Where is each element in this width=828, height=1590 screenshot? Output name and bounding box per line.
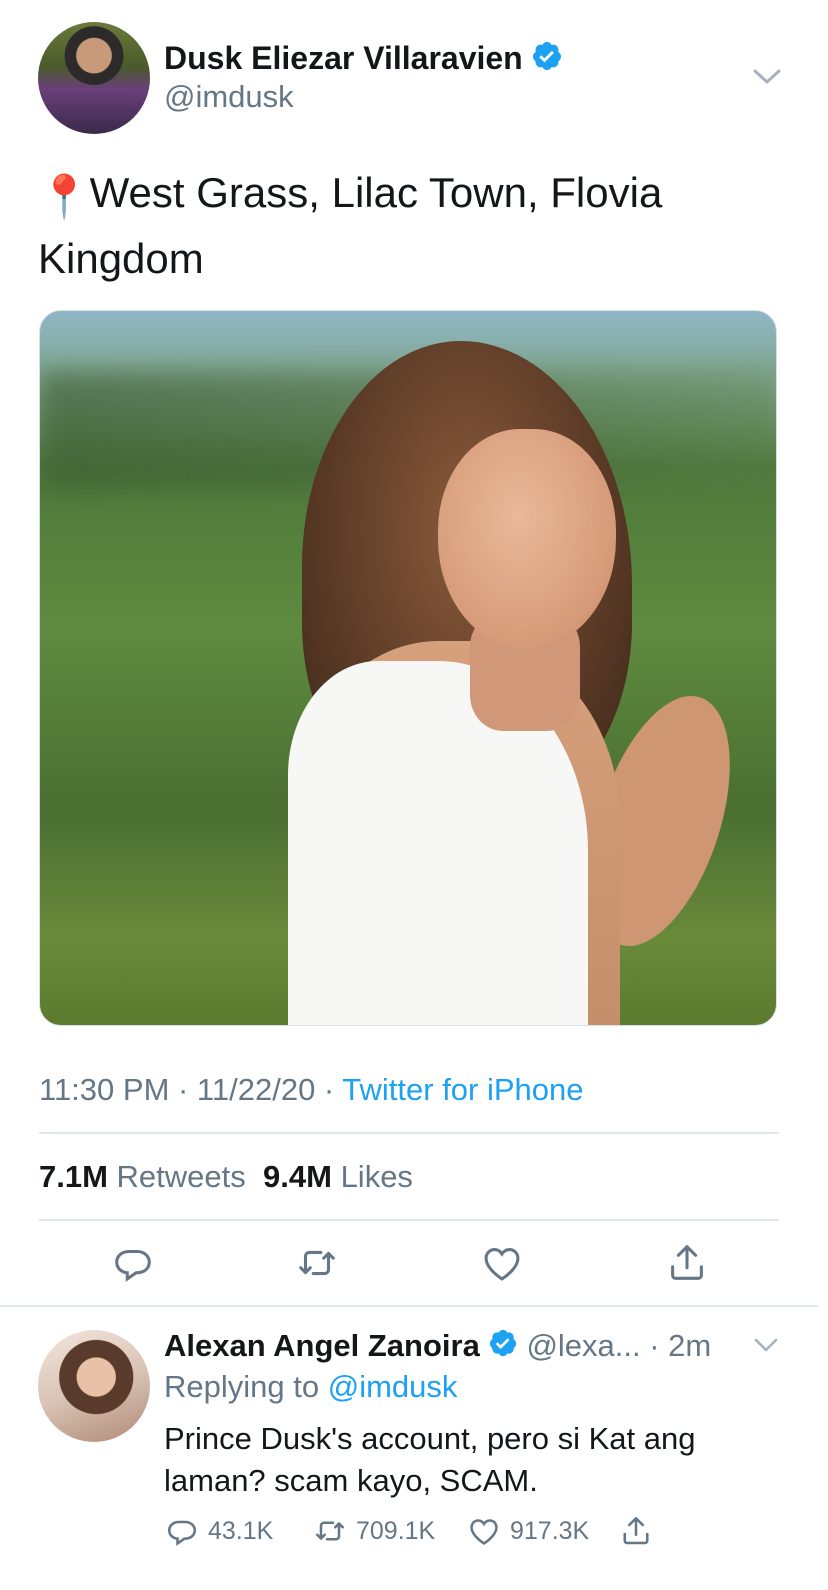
retweets-count[interactable]: 7.1M [39,1159,108,1194]
heart-icon[interactable] [479,1240,525,1286]
tweet-stats[interactable]: 7.1M Retweets 9.4M Likes [39,1157,413,1197]
chevron-down-icon[interactable] [752,1334,780,1356]
reply-share-button[interactable] [618,1512,654,1550]
reply-timestamp: · 2m [640,1328,712,1363]
replying-to-mention[interactable]: @imdusk [328,1369,458,1404]
reply-reply-button[interactable]: 43.1K [164,1512,273,1550]
reply-retweets-count: 709.1K [356,1516,436,1545]
reply-likes-count: 917.3K [510,1516,590,1545]
tweet-text: 📍 West Grass, Lilac Town, Flovia Kingdom [38,162,798,290]
divider [39,1219,779,1221]
reply-replies-count: 43.1K [208,1516,274,1545]
tweet-text-body: West Grass, Lilac Town, Flovia Kingdom [38,169,663,282]
reply-retweet-button[interactable]: 709.1K [312,1512,435,1550]
likes-label[interactable]: Likes [341,1159,413,1194]
retweet-icon[interactable] [312,1513,348,1549]
reply-author-handle[interactable]: @lexa... [526,1328,640,1363]
replying-prefix: Replying to [164,1369,328,1404]
reply-header[interactable]: Alexan Angel Zanoira @lexa... · 2m [164,1326,711,1368]
chevron-down-icon[interactable] [750,62,784,90]
share-icon[interactable] [618,1513,654,1549]
author-name-row[interactable]: Dusk Eliezar Villaravien [164,38,563,81]
pin-icon: 📍 [38,173,91,220]
tweet-source-link[interactable]: Twitter for iPhone [342,1072,583,1107]
reply-like-button[interactable]: 917.3K [466,1512,589,1550]
replying-to: Replying to @imdusk [164,1367,457,1407]
reply-author-avatar[interactable] [38,1330,150,1442]
reply-icon[interactable] [110,1240,156,1286]
likes-count[interactable]: 9.4M [263,1159,332,1194]
divider [39,1132,779,1134]
verified-badge-icon [488,1328,518,1368]
tweet-timestamp: 11:30 PM · 11/22/20 · [39,1072,343,1107]
author-avatar[interactable] [38,22,150,134]
tweet-photo[interactable] [39,310,777,1026]
author-handle[interactable]: @imdusk [164,78,294,116]
share-icon[interactable] [664,1240,710,1286]
verified-badge-icon [531,40,563,81]
tweet-meta: 11:30 PM · 11/22/20 · Twitter for iPhone [39,1070,584,1110]
divider [0,1305,818,1307]
heart-icon[interactable] [466,1513,502,1549]
photo-face [438,429,616,649]
reply-text: Prince Dusk's account, pero si Kat ang l… [164,1421,696,1498]
retweets-label[interactable]: Retweets [117,1159,246,1194]
reply-author-name[interactable]: Alexan Angel Zanoira [164,1328,480,1363]
retweet-icon[interactable] [294,1240,340,1286]
author-name[interactable]: Dusk Eliezar Villaravien [164,40,523,76]
reply-icon[interactable] [164,1513,200,1549]
